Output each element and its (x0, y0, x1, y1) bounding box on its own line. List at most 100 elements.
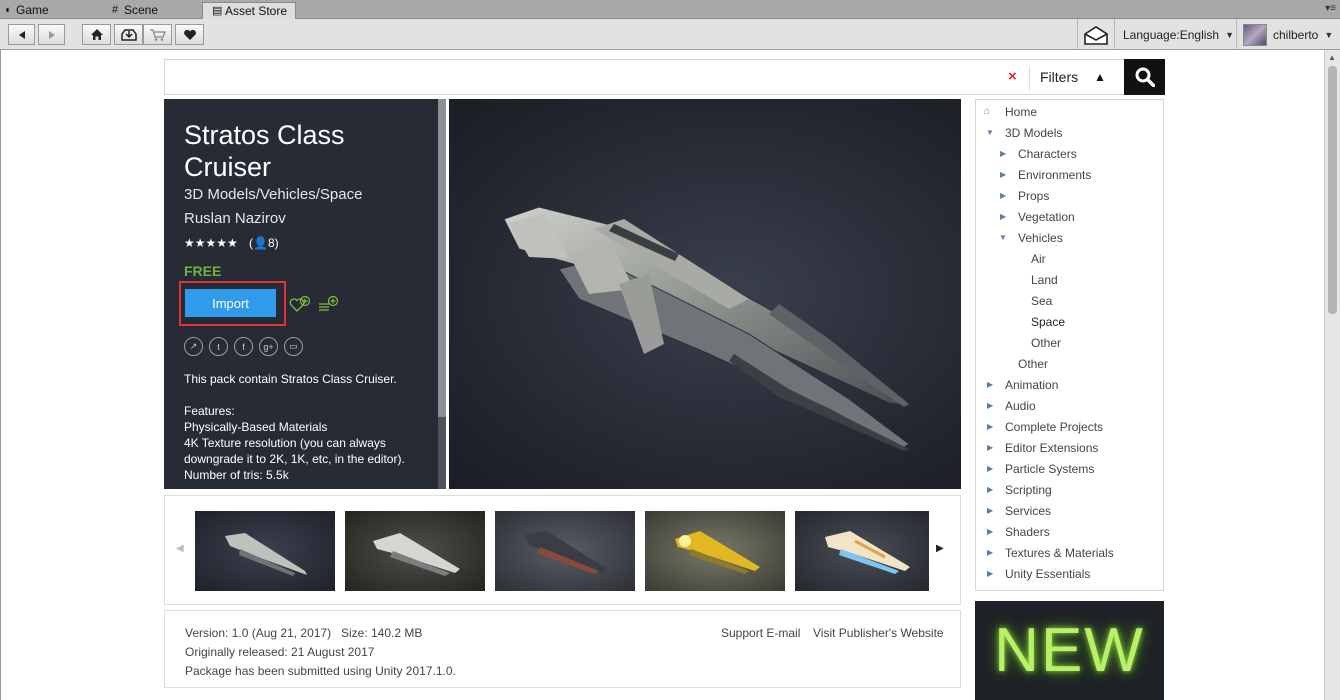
tree-item-home[interactable]: ⌂ Home (984, 105, 1037, 119)
language-label: Language:English (1123, 27, 1220, 42)
back-button[interactable] (8, 24, 35, 45)
collapsed-arrow-icon: ▶ (987, 527, 994, 536)
tree-item-label: Characters (1018, 147, 1077, 161)
tree-item-textures-materials[interactable]: ▶ Textures & Materials (984, 546, 1114, 560)
tree-item-animation[interactable]: ▶ Animation (984, 378, 1058, 392)
support-email-link[interactable]: Support E-mail (721, 626, 800, 640)
thumbnail-5[interactable] (795, 511, 929, 591)
description-line: 4K Texture resolution (you can always do… (184, 436, 405, 466)
download-tray-icon (120, 29, 137, 41)
tree-item-3d-other[interactable]: Other (1018, 357, 1048, 371)
store-bag-icon: ▤ (212, 5, 223, 17)
tree-item-label: Vehicles (1018, 231, 1063, 245)
new-banner-text: NEW (994, 616, 1145, 685)
tree-item-vehicles[interactable]: ▼ Vehicles (997, 231, 1063, 245)
home-icon (90, 29, 103, 40)
thumbnail-1[interactable] (195, 511, 335, 591)
tree-item-label: Animation (1005, 378, 1059, 392)
tree-item-audio[interactable]: ▶ Audio (984, 399, 1036, 413)
thumbnail-4[interactable] (645, 511, 785, 591)
expanded-arrow-icon: ▼ (999, 233, 1007, 242)
tab-scene[interactable]: # Scene (112, 2, 158, 19)
tree-item-unity-essentials[interactable]: ▶ Unity Essentials (984, 567, 1090, 581)
wishlist-button[interactable] (175, 24, 204, 45)
filters-toggle[interactable]: Filters (1040, 69, 1078, 85)
publisher-website-link[interactable]: Visit Publisher's Website (813, 626, 944, 640)
description-scroll-thumb[interactable] (438, 99, 446, 417)
tree-item-air[interactable]: Air (1031, 252, 1046, 266)
twitter-icon[interactable]: t (209, 337, 228, 356)
comment-icon[interactable]: ▭ (284, 337, 303, 356)
tree-item-sea[interactable]: Sea (1031, 294, 1052, 308)
asset-category-link[interactable]: 3D Models/Vehicles/Space (184, 186, 362, 203)
tree-item-land[interactable]: Land (1031, 273, 1058, 287)
forward-button[interactable] (38, 24, 65, 45)
tree-item-characters[interactable]: ▶ Characters (997, 147, 1077, 161)
tab-menu-icon[interactable]: ▾≡ (1325, 3, 1336, 14)
cart-button[interactable] (143, 24, 172, 45)
publisher-link[interactable]: Ruslan Nazirov (184, 210, 286, 227)
thumbnail-2[interactable] (345, 511, 485, 591)
language-dropdown-icon: ▼ (1225, 29, 1235, 40)
rating-count[interactable]: (👤8) (249, 236, 279, 250)
tree-item-label: Scripting (1005, 483, 1052, 497)
share-buttons: ↗ t f g+ ▭ (184, 337, 303, 356)
tree-item-editor-extensions[interactable]: ▶ Editor Extensions (984, 441, 1098, 455)
new-assets-banner[interactable]: NEW (975, 601, 1164, 700)
tree-item-complete-projects[interactable]: ▶ Complete Projects (984, 420, 1103, 434)
description-scrollbar[interactable] (438, 99, 446, 489)
thumbnails-next-icon[interactable]: ▶ (936, 543, 944, 554)
search-bar: × Filters ▲ (164, 59, 1165, 95)
page-scrollbar[interactable]: ▲ (1324, 50, 1340, 700)
facebook-icon[interactable]: f (234, 337, 253, 356)
add-to-list-icon[interactable] (318, 295, 340, 316)
scene-grid-icon: # (112, 4, 119, 16)
collapsed-arrow-icon: ▶ (987, 422, 994, 431)
tree-item-services[interactable]: ▶ Services (984, 504, 1051, 518)
scroll-up-icon[interactable]: ▲ (1328, 53, 1336, 62)
account-dropdown-icon: ▼ (1324, 29, 1334, 40)
share-link-icon[interactable]: ↗ (184, 337, 203, 356)
language-selector[interactable]: Language:English ▼ (1114, 19, 1236, 50)
collapsed-arrow-icon: ▶ (987, 401, 994, 410)
tree-item-particle-systems[interactable]: ▶ Particle Systems (984, 462, 1094, 476)
expanded-arrow-icon: ▼ (986, 128, 994, 137)
tree-item-label: Land (1031, 273, 1058, 287)
thumbnail-3[interactable] (495, 511, 635, 591)
back-arrow-icon (18, 30, 25, 39)
tree-item-label: Space (1031, 315, 1066, 329)
tree-item-label: Editor Extensions (1005, 441, 1099, 455)
tree-item-3d-models[interactable]: ▼ 3D Models (984, 126, 1062, 140)
description-line: Number of tris: 5.5k (184, 468, 289, 482)
tree-item-vehicles-other[interactable]: Other (1031, 336, 1061, 350)
tree-item-space[interactable]: Space (1031, 315, 1065, 329)
tree-item-vegetation[interactable]: ▶ Vegetation (997, 210, 1075, 224)
collapsed-arrow-icon: ▶ (1000, 191, 1007, 200)
asset-description: This pack contain Stratos Class Cruiser.… (184, 371, 424, 483)
tree-item-label: Vegetation (1018, 210, 1075, 224)
search-divider (1029, 66, 1030, 90)
tab-asset-store[interactable]: ▤ Asset Store (202, 2, 297, 19)
clear-search-icon[interactable]: × (1008, 68, 1017, 85)
thumbnails-prev-icon[interactable]: ◀ (176, 543, 184, 554)
page-scroll-thumb[interactable] (1328, 66, 1337, 314)
tree-item-environments[interactable]: ▶ Environments (997, 168, 1091, 182)
tree-item-label: 3D Models (1005, 126, 1063, 140)
add-to-wishlist-icon[interactable] (289, 295, 311, 316)
downloads-button[interactable] (114, 24, 143, 45)
tree-item-scripting[interactable]: ▶ Scripting (984, 483, 1052, 497)
import-button[interactable]: Import (185, 289, 276, 317)
google-plus-icon[interactable]: g+ (259, 337, 278, 356)
search-input[interactable] (171, 66, 1001, 88)
account-menu[interactable]: chilberto ▼ (1236, 19, 1340, 50)
tab-game[interactable]: ◖ Game (4, 2, 49, 19)
asset-title: Stratos Class Cruiser (184, 120, 345, 182)
messages-button[interactable] (1077, 19, 1114, 50)
tree-item-shaders[interactable]: ▶ Shaders (984, 525, 1050, 539)
search-button[interactable] (1124, 59, 1165, 95)
home-button[interactable] (82, 24, 111, 45)
hero-screenshot[interactable] (449, 99, 961, 489)
size-label: Size: 140.2 MB (341, 626, 423, 640)
filters-collapse-icon[interactable]: ▲ (1094, 70, 1106, 84)
tree-item-props[interactable]: ▶ Props (997, 189, 1049, 203)
